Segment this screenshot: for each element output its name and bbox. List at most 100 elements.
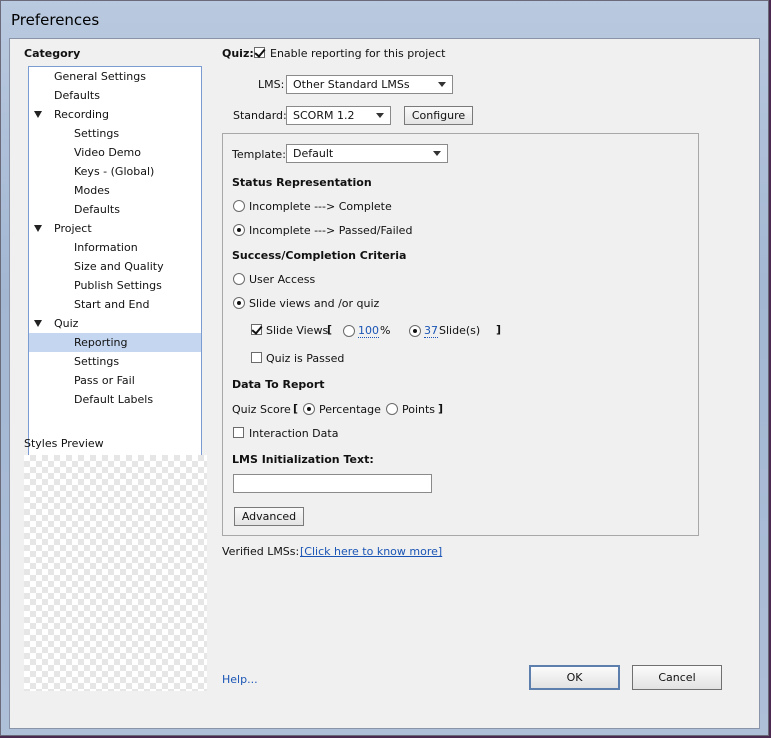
sidebar-item-label: Defaults [74, 203, 120, 216]
points-radio[interactable] [386, 403, 398, 415]
sidebar-item-label: General Settings [54, 70, 146, 83]
category-tree[interactable]: General Settings Defaults Recording Setting… [28, 66, 202, 458]
enable-reporting-checkbox[interactable] [254, 47, 265, 58]
ok-button[interactable]: OK [529, 665, 620, 690]
sidebar-item-start-and-end[interactable]: Start and End [29, 295, 201, 314]
template-label: Template: [232, 148, 286, 161]
status-complete-label: Incomplete ---> Complete [249, 200, 392, 213]
sidebar-item-label: Information [74, 241, 138, 254]
status-passed-failed-label: Incomplete ---> Passed/Failed [249, 224, 413, 237]
status-passed-failed-radio[interactable] [233, 224, 245, 236]
sidebar-item-modes[interactable]: Modes [29, 181, 201, 200]
slide-views-bracket-close: ] [496, 323, 502, 336]
points-label: Points [402, 403, 436, 416]
enable-reporting-label: Enable reporting for this project [270, 47, 446, 60]
sidebar-item-video-demo[interactable]: Video Demo [29, 143, 201, 162]
lms-dropdown[interactable]: Other Standard LMSs [286, 75, 453, 94]
slides-unit: Slide(s) [439, 324, 481, 337]
sidebar-item-label: Reporting [74, 336, 128, 349]
sidebar-item-reporting[interactable]: Reporting [29, 333, 201, 352]
sidebar-item-label: Size and Quality [74, 260, 164, 273]
sidebar-item-label: Start and End [74, 298, 150, 311]
lms-init-input[interactable] [233, 474, 432, 493]
slide-views-bracket-open: [ [327, 323, 333, 336]
verified-lms-label: Verified LMSs: [222, 545, 300, 558]
dialog-body: Category General Settings Defaults Recordi… [9, 38, 760, 729]
sidebar-item-label: Pass or Fail [74, 374, 135, 387]
sidebar-item-project[interactable]: Project [29, 219, 201, 238]
status-complete-radio[interactable] [233, 200, 245, 212]
sidebar-item-label: Project [54, 222, 92, 235]
chevron-down-icon [433, 151, 441, 156]
sidebar-item-defaults[interactable]: Defaults [29, 86, 201, 105]
template-value: Default [293, 147, 334, 160]
standard-label: Standard: [233, 109, 287, 122]
verified-lms-link[interactable]: [Click here to know more] [300, 545, 442, 558]
template-dropdown[interactable]: Default [286, 144, 448, 163]
interaction-data-label: Interaction Data [249, 427, 339, 440]
standard-dropdown[interactable]: SCORM 1.2 [286, 106, 391, 125]
sidebar-item-label: Settings [74, 127, 120, 140]
sidebar-item-settings[interactable]: Settings [29, 352, 201, 371]
sidebar-item-label: Keys - (Global) [74, 165, 155, 178]
sidebar-item-settings[interactable]: Settings [29, 124, 201, 143]
slides-radio[interactable] [409, 325, 421, 337]
expand-triangle-icon[interactable] [34, 225, 42, 232]
status-heading: Status Representation [232, 176, 372, 189]
cancel-button[interactable]: Cancel [632, 665, 722, 690]
interaction-data-checkbox[interactable] [233, 427, 244, 438]
sidebar-item-label: Modes [74, 184, 110, 197]
advanced-button[interactable]: Advanced [234, 507, 304, 526]
help-link[interactable]: Help... [222, 673, 258, 686]
sidebar-item-label: Quiz [54, 317, 79, 330]
preferences-window: Preferences Category General Settings Def… [0, 0, 769, 736]
expand-triangle-icon[interactable] [34, 111, 42, 118]
sidebar-item-label: Settings [74, 355, 120, 368]
slides-value[interactable]: 37 [424, 324, 438, 338]
slide-views-label: Slide Views [266, 324, 329, 337]
slide-views-checkbox[interactable] [251, 324, 262, 335]
user-access-radio[interactable] [233, 273, 245, 285]
quiz-score-bracket-close: ] [438, 402, 444, 415]
standard-value: SCORM 1.2 [293, 109, 355, 122]
configure-button[interactable]: Configure [404, 106, 473, 125]
sidebar-item-label: Recording [54, 108, 110, 121]
sidebar-item-information[interactable]: Information [29, 238, 201, 257]
sidebar-item-general-settings[interactable]: General Settings [29, 67, 201, 86]
lms-init-heading: LMS Initialization Text: [232, 453, 374, 466]
percentage-radio[interactable] [303, 403, 315, 415]
quiz-label: Quiz: [222, 47, 254, 60]
chevron-down-icon [438, 82, 446, 87]
slide-views-quiz-label: Slide views and /or quiz [249, 297, 380, 310]
sidebar-item-defaults[interactable]: Defaults [29, 200, 201, 219]
expand-triangle-icon[interactable] [34, 320, 42, 327]
sidebar-item-default-labels[interactable]: Default Labels [29, 390, 201, 409]
sidebar-item-publish-settings[interactable]: Publish Settings [29, 276, 201, 295]
percentage-label: Percentage [319, 403, 381, 416]
criteria-heading: Success/Completion Criteria [232, 249, 407, 262]
sidebar-item-size-and-quality[interactable]: Size and Quality [29, 257, 201, 276]
percent-value[interactable]: 100 [358, 324, 379, 338]
sidebar-item-label: Default Labels [74, 393, 154, 406]
lms-label: LMS: [258, 78, 285, 91]
category-label: Category [24, 47, 81, 60]
sidebar-item-label: Video Demo [74, 146, 141, 159]
slide-views-quiz-radio[interactable] [233, 297, 245, 309]
styles-preview-label: Styles Preview [24, 437, 104, 450]
quiz-score-label: Quiz Score [232, 403, 291, 416]
chevron-down-icon [376, 113, 384, 118]
sidebar-item-recording[interactable]: Recording [29, 105, 201, 124]
lms-value: Other Standard LMSs [293, 78, 410, 91]
sidebar-item-label: Defaults [54, 89, 100, 102]
user-access-label: User Access [249, 273, 316, 286]
report-heading: Data To Report [232, 378, 325, 391]
sidebar-item-quiz[interactable]: Quiz [29, 314, 201, 333]
quiz-passed-label: Quiz is Passed [266, 352, 345, 365]
quiz-passed-checkbox[interactable] [251, 352, 262, 363]
title-bar[interactable]: Preferences [1, 1, 768, 39]
styles-preview [24, 455, 207, 691]
sidebar-item-pass-or-fail[interactable]: Pass or Fail [29, 371, 201, 390]
sidebar-item-keys-global[interactable]: Keys - (Global) [29, 162, 201, 181]
sidebar-item-label: Publish Settings [74, 279, 162, 292]
percent-radio[interactable] [343, 325, 355, 337]
